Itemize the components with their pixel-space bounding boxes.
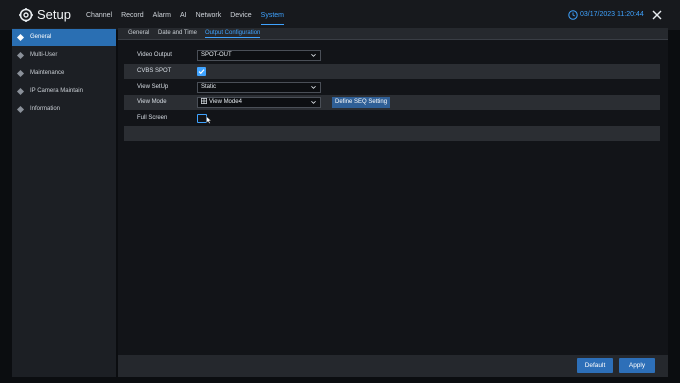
nav-network[interactable]: Network (196, 11, 222, 25)
sidebar: General Multi-User Maintenance IP Camera… (12, 28, 116, 377)
apply-button[interactable]: Apply (619, 358, 655, 373)
tab-date-and-time[interactable]: Date and Time (158, 30, 197, 36)
nav-record[interactable]: Record (121, 11, 144, 25)
view-setup-select[interactable]: Static (197, 82, 321, 93)
video-output-value: SPOT-OUT (201, 52, 232, 58)
top-bar: Setup Channel Record Alarm AI Network De… (0, 0, 680, 30)
footer-bar: Default Apply (118, 355, 668, 377)
diamond-icon (16, 105, 25, 114)
define-seq-setting-button[interactable]: Define SEQ Setting (332, 97, 391, 108)
chevron-down-icon (311, 85, 316, 89)
sidebar-item-label: Information (30, 106, 61, 112)
main-nav: Channel Record Alarm AI Network Device S… (86, 11, 293, 25)
sidebar-item-label: General (30, 34, 52, 40)
sidebar-item-label: Maintenance (30, 70, 65, 76)
nav-channel[interactable]: Channel (86, 11, 112, 25)
app-title: Setup (37, 7, 71, 22)
sidebar-item-label: IP Camera Maintain (30, 88, 83, 94)
close-icon[interactable] (651, 9, 663, 21)
video-output-label: Video Output (137, 52, 172, 58)
sidebar-item-general[interactable]: General (12, 29, 116, 46)
diamond-icon (16, 69, 25, 78)
mouse-cursor-icon (206, 116, 212, 124)
sidebar-item-label: Multi-User (30, 52, 58, 58)
clock-icon (568, 10, 578, 20)
view-mode-select[interactable]: View Mode4 (197, 97, 321, 108)
view-mode-value: View Mode4 (209, 99, 242, 105)
gear-icon (19, 8, 33, 22)
checkmark-icon (198, 69, 205, 75)
view-setup-row: View SetUp Static (124, 80, 660, 95)
sidebar-item-information[interactable]: Information (12, 101, 116, 118)
sub-tab-bar: General Date and Time Output Configurati… (118, 28, 668, 40)
nav-ai[interactable]: AI (180, 11, 187, 25)
view-mode-label: View Mode (137, 99, 167, 105)
video-output-row: Video Output SPOT-OUT (124, 48, 660, 63)
current-datetime: 03/17/2023 11:20:44 (580, 11, 644, 18)
chevron-down-icon (311, 100, 316, 104)
diamond-icon (16, 51, 25, 60)
nav-system[interactable]: System (260, 11, 284, 25)
default-button[interactable]: Default (577, 358, 613, 373)
sidebar-item-maintenance[interactable]: Maintenance (12, 65, 116, 82)
main-panel: General Date and Time Output Configurati… (118, 28, 668, 377)
diamond-icon (16, 87, 25, 96)
view-setup-value: Static (201, 84, 217, 90)
diamond-icon (16, 33, 25, 42)
chevron-down-icon (311, 53, 316, 57)
view-setup-label: View SetUp (137, 84, 169, 90)
tab-general[interactable]: General (128, 30, 149, 36)
sidebar-item-multi-user[interactable]: Multi-User (12, 47, 116, 64)
nav-alarm[interactable]: Alarm (153, 11, 171, 25)
full-screen-row: Full Screen (124, 111, 660, 126)
empty-row (124, 126, 660, 141)
sidebar-item-ip-camera-maintain[interactable]: IP Camera Maintain (12, 83, 116, 100)
cvbs-spot-row: CVBS SPOT (124, 64, 660, 79)
video-output-select[interactable]: SPOT-OUT (197, 50, 321, 61)
tab-output-configuration[interactable]: Output Configuration (205, 30, 261, 38)
cvbs-spot-checkbox[interactable] (197, 67, 206, 76)
grid-layout-icon (201, 98, 207, 104)
view-mode-row: View Mode View Mode4 Define SEQ Setting (124, 95, 660, 110)
nav-device[interactable]: Device (230, 11, 251, 25)
full-screen-label: Full Screen (137, 115, 168, 121)
cvbs-spot-label: CVBS SPOT (137, 68, 172, 74)
